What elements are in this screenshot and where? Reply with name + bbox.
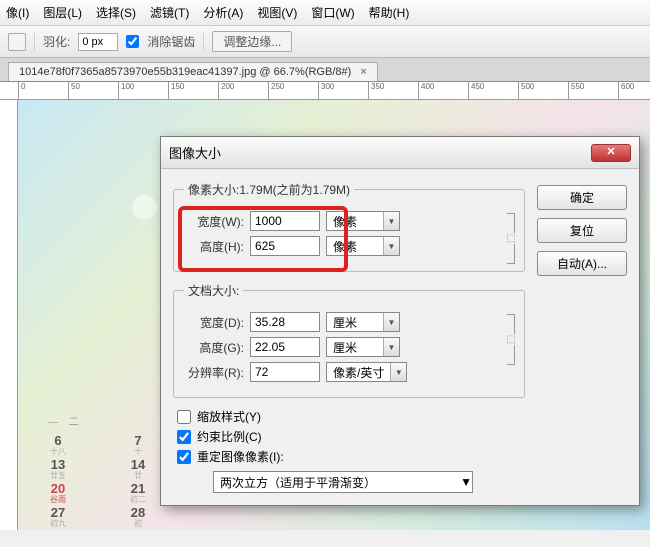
feather-input[interactable]: [78, 33, 118, 51]
constrain-link-icon[interactable]: ⬚: [504, 212, 518, 264]
antialias-checkbox[interactable]: [126, 35, 139, 48]
resolution-input[interactable]: [250, 362, 320, 382]
doc-height-input[interactable]: [250, 337, 320, 357]
menu-image[interactable]: 像(I): [6, 4, 29, 21]
menu-filter[interactable]: 滤镜(T): [150, 4, 189, 21]
chevron-down-icon: ▼: [390, 363, 406, 381]
pixel-width-input[interactable]: [250, 211, 320, 231]
constrain-label: 约束比例(C): [197, 428, 262, 445]
chevron-down-icon: ▼: [383, 313, 399, 331]
pixel-dimensions-group: 像素大小:1.79M(之前为1.79M) 宽度(W): 像素▼ 高度(H): 像…: [173, 181, 525, 272]
dialog-title: 图像大小: [169, 143, 221, 162]
feather-label: 羽化:: [43, 33, 70, 50]
menu-analysis[interactable]: 分析(A): [203, 4, 243, 21]
antialias-label: 消除锯齿: [147, 33, 195, 50]
menu-help[interactable]: 帮助(H): [369, 4, 410, 21]
calendar-grid: 6十八7十13廿五14廿20谷雨21初二27初九28初: [18, 434, 178, 530]
separator: [203, 33, 204, 51]
pixel-dimensions-legend: 像素大小:1.79M(之前为1.79M): [184, 181, 354, 198]
pixel-height-input[interactable]: [250, 236, 320, 256]
image-size-dialog: 图像大小 ✕ 像素大小:1.79M(之前为1.79M) 宽度(W): 像素▼ 高…: [160, 136, 640, 506]
menu-select[interactable]: 选择(S): [96, 4, 136, 21]
calendar-header: — 二: [18, 407, 178, 434]
ok-button[interactable]: 确定: [537, 185, 627, 210]
resample-label: 重定图像像素(I):: [197, 448, 284, 465]
chevron-down-icon: ▼: [383, 237, 399, 255]
resample-method-select[interactable]: 两次立方（适用于平滑渐变）▼: [213, 471, 473, 493]
doc-height-unit-select[interactable]: 厘米▼: [326, 337, 400, 357]
doc-width-input[interactable]: [250, 312, 320, 332]
constrain-link-icon[interactable]: ⬚: [504, 313, 518, 365]
dialog-titlebar[interactable]: 图像大小 ✕: [161, 137, 639, 169]
close-tab-icon[interactable]: ×: [360, 66, 366, 78]
menu-view[interactable]: 视图(V): [257, 4, 297, 21]
resample-checkbox[interactable]: [177, 450, 191, 464]
options-bar: 羽化: 消除锯齿 调整边缘...: [0, 26, 650, 58]
document-size-legend: 文档大小:: [184, 282, 243, 299]
ruler-horizontal: 050100150200250300350400450500550600: [0, 82, 650, 100]
separator: [34, 33, 35, 51]
pixel-width-unit-select[interactable]: 像素▼: [326, 211, 400, 231]
chevron-down-icon: ▼: [383, 338, 399, 356]
menu-layer[interactable]: 图层(L): [43, 4, 82, 21]
chevron-down-icon: ▼: [383, 212, 399, 230]
pixel-height-unit-select[interactable]: 像素▼: [326, 236, 400, 256]
options-checks: 缩放样式(Y) 约束比例(C) 重定图像像素(I):: [177, 408, 525, 465]
document-tab[interactable]: 1014e78f0f7365a8573970e55b319eac41397.jp…: [8, 62, 378, 81]
ruler-vertical: [0, 100, 18, 530]
constrain-checkbox[interactable]: [177, 430, 191, 444]
document-tab-bar: 1014e78f0f7365a8573970e55b319eac41397.jp…: [0, 58, 650, 82]
doc-width-label: 宽度(D):: [184, 314, 244, 331]
scale-styles-checkbox[interactable]: [177, 410, 191, 424]
reset-button[interactable]: 复位: [537, 218, 627, 243]
document-size-group: 文档大小: 宽度(D): 厘米▼ 高度(G): 厘米▼ 分辨率(R): 像素/英…: [173, 282, 525, 398]
menu-bar: 像(I) 图层(L) 选择(S) 滤镜(T) 分析(A) 视图(V) 窗口(W)…: [0, 0, 650, 26]
resolution-label: 分辨率(R):: [184, 364, 244, 381]
calendar-overlay: — 二 6十八7十13廿五14廿20谷雨21初二27初九28初: [18, 407, 178, 530]
doc-width-unit-select[interactable]: 厘米▼: [326, 312, 400, 332]
scale-styles-label: 缩放样式(Y): [197, 408, 261, 425]
resample-method-row: 两次立方（适用于平滑渐变）▼: [213, 471, 525, 493]
resolution-unit-select[interactable]: 像素/英寸▼: [326, 362, 407, 382]
auto-button[interactable]: 自动(A)...: [537, 251, 627, 276]
menu-window[interactable]: 窗口(W): [311, 4, 354, 21]
dialog-close-button[interactable]: ✕: [591, 144, 631, 162]
doc-height-label: 高度(G):: [184, 339, 244, 356]
pixel-height-label: 高度(H):: [184, 238, 244, 255]
tool-icon[interactable]: [8, 33, 26, 51]
document-tab-title: 1014e78f0f7365a8573970e55b319eac41397.jp…: [19, 66, 351, 78]
refine-edge-button[interactable]: 调整边缘...: [212, 31, 292, 52]
pixel-width-label: 宽度(W):: [184, 213, 244, 230]
chevron-down-icon: ▼: [460, 475, 472, 489]
